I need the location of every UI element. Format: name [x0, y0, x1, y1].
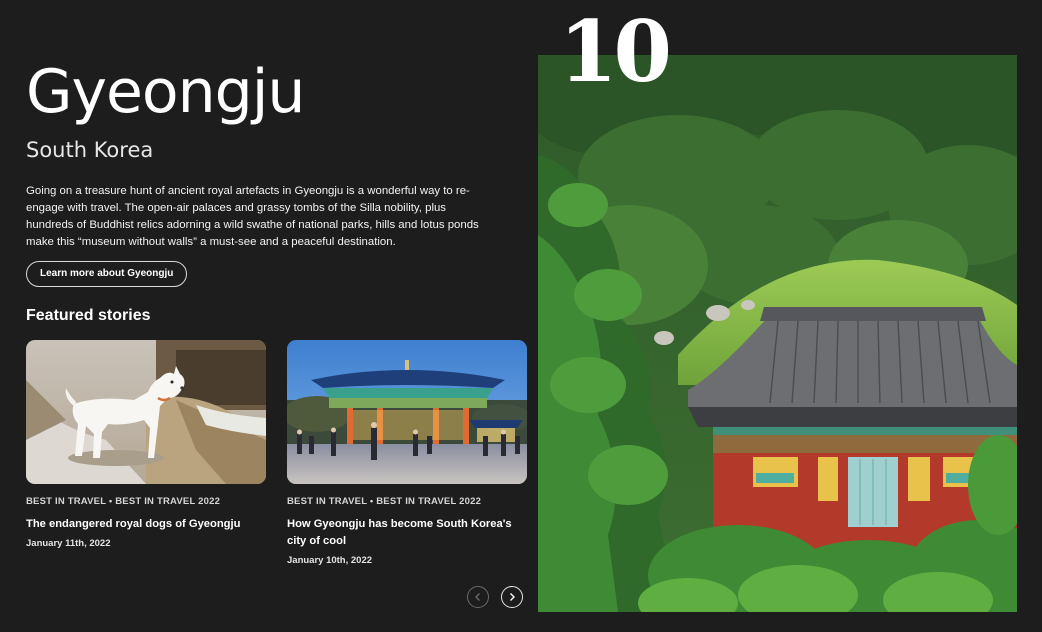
destination-country: South Korea — [26, 138, 154, 162]
story-date: January 11th, 2022 — [26, 538, 111, 549]
destination-description: Going on a treasure hunt of ancient roya… — [26, 185, 479, 248]
story-title-link[interactable]: The endangered royal dogs of Gyeongju — [26, 516, 266, 533]
destination-title: Gyeongju — [26, 57, 305, 127]
chevron-left-icon — [475, 593, 480, 601]
story-date: January 10th, 2022 — [287, 555, 373, 566]
hero-image — [538, 55, 1017, 612]
featured-stories-heading: Featured stories — [26, 307, 151, 324]
learn-more-button[interactable]: Learn more about Gyeongju — [26, 261, 188, 287]
carousel-prev-button[interactable] — [467, 586, 489, 608]
story-card-1[interactable]: BEST IN TRAVEL • BEST IN TRAVEL 2022 The… — [26, 340, 266, 549]
carousel-next-button[interactable] — [501, 586, 523, 608]
temple-tomb-photo — [538, 55, 1017, 612]
destination-rank: 10 — [559, 2, 672, 101]
story-tag: BEST IN TRAVEL • BEST IN TRAVEL 2022 — [26, 496, 221, 507]
story-title-link[interactable]: How Gyeongju has become South Korea's ci… — [287, 516, 527, 550]
chevron-right-icon — [510, 593, 515, 601]
white-dog-photo[interactable] — [26, 340, 266, 484]
pavilion-night-photo[interactable] — [287, 340, 527, 484]
story-tag: BEST IN TRAVEL • BEST IN TRAVEL 2022 — [287, 496, 482, 507]
destination-panel: Gyeongju South Korea Going on a treasure… — [26, 0, 527, 632]
story-card-2[interactable]: BEST IN TRAVEL • BEST IN TRAVEL 2022 How… — [287, 340, 527, 566]
